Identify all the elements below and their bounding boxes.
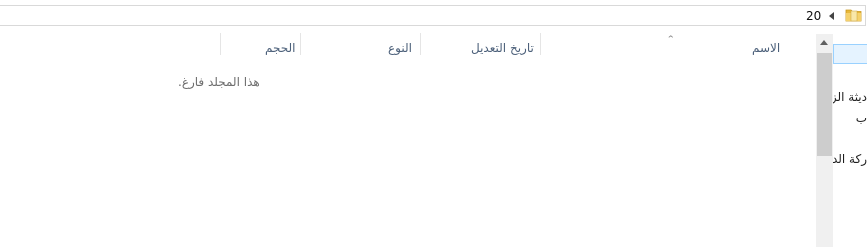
column-header-type[interactable]: النوع — [388, 41, 412, 55]
column-separator[interactable] — [420, 33, 421, 55]
nav-item[interactable]: ركة الد — [833, 152, 867, 166]
column-header-size[interactable]: الحجم — [265, 41, 295, 55]
column-header-name[interactable]: الاسم — [752, 41, 780, 55]
address-box[interactable] — [0, 5, 866, 26]
nav-item[interactable]: ب — [833, 111, 867, 125]
nav-item-selected[interactable] — [833, 44, 867, 64]
file-list-pane — [0, 32, 818, 247]
column-header-date[interactable]: تاريخ التعديل — [471, 41, 534, 55]
empty-folder-message: هذا المجلد فارغ. — [178, 75, 260, 89]
scroll-up-icon[interactable] — [820, 40, 828, 45]
navigation-pane: ديثة الز ب ركة الد — [833, 34, 867, 247]
column-separator[interactable] — [300, 33, 301, 55]
sort-up-icon: ⌃ — [666, 35, 676, 45]
column-separator[interactable] — [220, 33, 221, 55]
scroll-thumb[interactable] — [817, 53, 832, 156]
nav-scrollbar[interactable] — [816, 34, 833, 247]
address-bar: 20 — [0, 0, 867, 32]
folder-icon — [845, 7, 862, 23]
nav-item[interactable]: ديثة الز — [833, 90, 867, 104]
breadcrumb[interactable]: 20 — [806, 9, 821, 23]
column-separator[interactable] — [540, 33, 541, 55]
chevron-left-icon[interactable] — [829, 12, 834, 20]
